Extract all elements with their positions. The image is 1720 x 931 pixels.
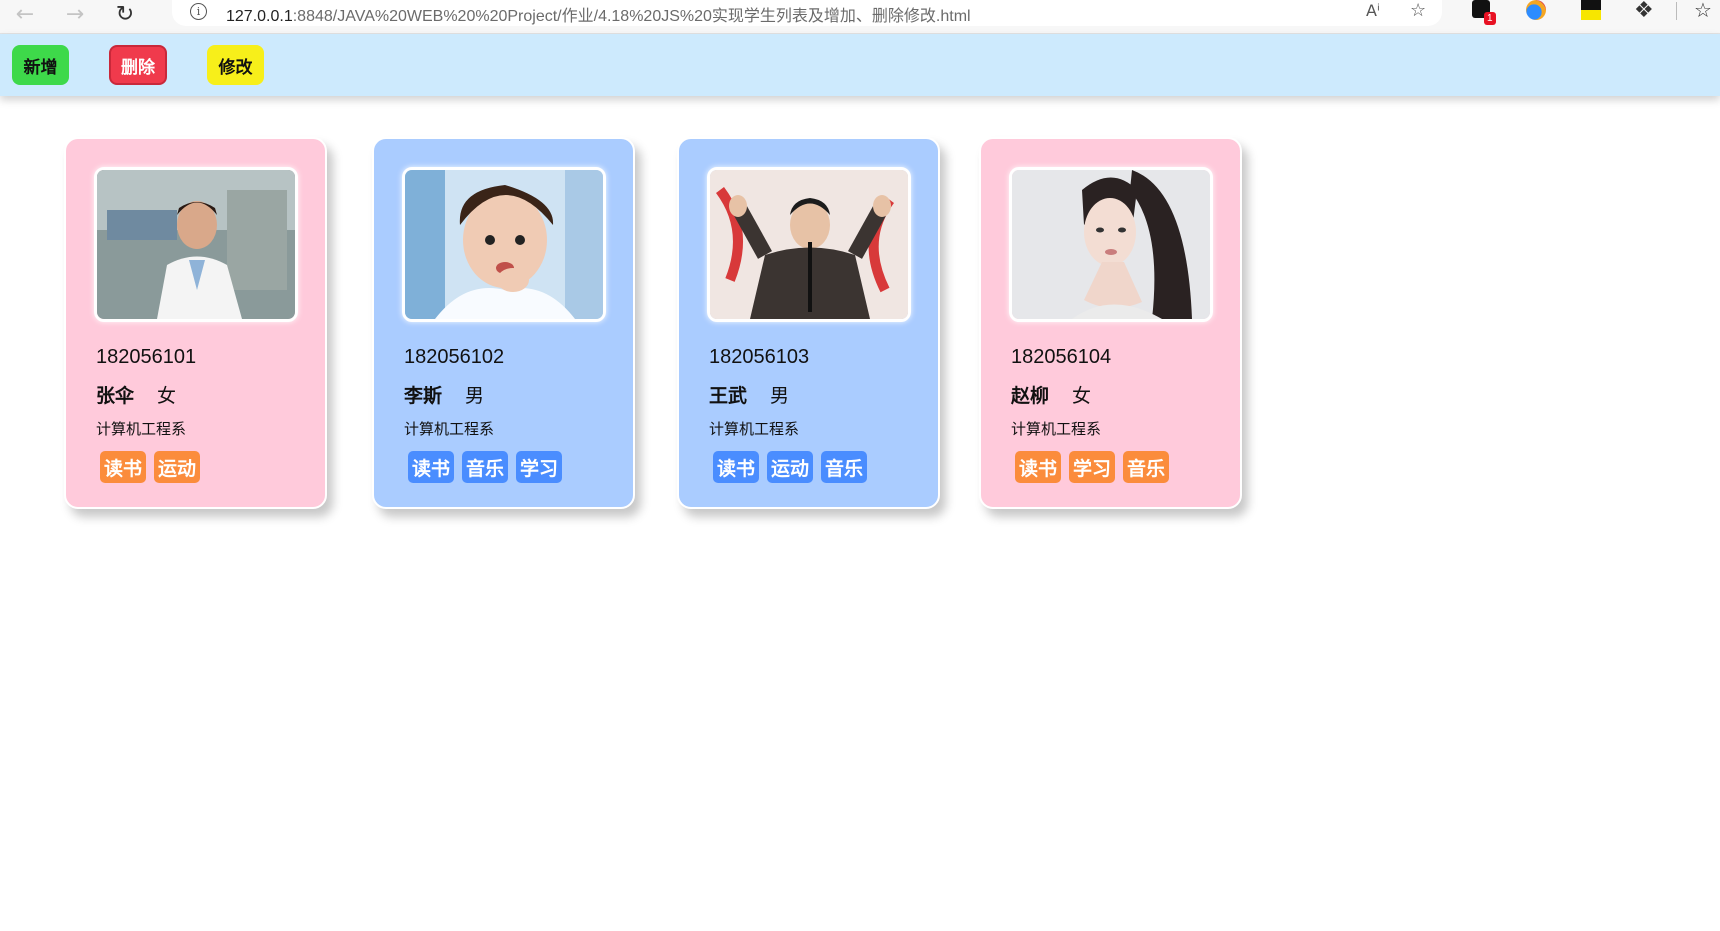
student-card[interactable]: 182056104 赵柳 女 计算机工程系 读书 学习 音乐 xyxy=(979,137,1242,509)
extension-badge-count: 1 xyxy=(1484,12,1496,25)
hobby-tag: 运动 xyxy=(767,451,814,483)
hobby-tag: 学习 xyxy=(516,451,563,483)
student-card[interactable]: 182056101 张伞 女 计算机工程系 读书 运动 xyxy=(64,137,327,509)
extensions-puzzle-icon[interactable]: ❖ xyxy=(1634,0,1654,23)
student-card[interactable]: 182056103 王武 男 计算机工程系 读书 运动 音乐 xyxy=(677,137,940,509)
add-favorite-icon[interactable]: ☆ xyxy=(1410,0,1426,21)
student-id: 182056102 xyxy=(404,346,505,368)
hobby-tag: 运动 xyxy=(154,451,201,483)
hobby-tag: 学习 xyxy=(1069,451,1116,483)
address-bar[interactable]: i 127.0.0.1:8848/JAVA%20WEB%20%20Project… xyxy=(172,0,1442,26)
url-text[interactable]: 127.0.0.1:8848/JAVA%20WEB%20%20Project/作… xyxy=(226,2,971,26)
edit-button[interactable]: 修改 xyxy=(207,45,264,85)
hobby-tags: 读书 运动 音乐 xyxy=(713,451,868,483)
extension-icon[interactable]: 1 xyxy=(1472,0,1496,25)
action-toolbar: 新增 删除 修改 xyxy=(0,34,1720,96)
student-card[interactable]: 182056102 李斯 男 计算机工程系 读书 音乐 学习 xyxy=(372,137,635,509)
read-aloud-icon[interactable]: Aⁱ xyxy=(1366,1,1380,20)
favorites-icon[interactable]: ☆ xyxy=(1694,0,1712,22)
student-id: 182056103 xyxy=(709,346,810,368)
student-name: 张伞 xyxy=(96,385,135,407)
student-department: 计算机工程系 xyxy=(404,420,495,438)
student-department: 计算机工程系 xyxy=(709,420,800,438)
add-button[interactable]: 新增 xyxy=(12,45,69,85)
delete-button[interactable]: 删除 xyxy=(109,45,167,85)
student-photo xyxy=(1009,167,1213,322)
hobby-tags: 读书 运动 xyxy=(100,451,201,483)
hobby-tag: 读书 xyxy=(408,451,455,483)
student-photo xyxy=(94,167,298,322)
student-gender: 男 xyxy=(770,385,790,407)
student-photo xyxy=(707,167,911,322)
student-name: 赵柳 xyxy=(1011,385,1050,407)
info-icon[interactable]: i xyxy=(190,3,207,20)
hobby-tags: 读书 学习 音乐 xyxy=(1015,451,1170,483)
flag-extension-icon[interactable] xyxy=(1581,0,1601,20)
hobby-tag: 音乐 xyxy=(462,451,509,483)
student-gender: 男 xyxy=(465,385,485,407)
hobby-tag: 读书 xyxy=(713,451,760,483)
browser-toolbar: ← → ↻ i 127.0.0.1:8848/JAVA%20WEB%20%20P… xyxy=(0,0,1720,34)
student-photo xyxy=(402,167,606,322)
student-name: 李斯 xyxy=(404,385,443,407)
url-host: 127.0.0.1 xyxy=(226,8,293,25)
student-id: 182056104 xyxy=(1011,346,1112,368)
student-name: 王武 xyxy=(709,385,748,407)
student-gender: 女 xyxy=(157,385,177,407)
student-department: 计算机工程系 xyxy=(96,420,187,438)
back-arrow-icon[interactable]: ← xyxy=(12,2,38,28)
forward-arrow-icon[interactable]: → xyxy=(62,2,88,28)
hobby-tags: 读书 音乐 学习 xyxy=(408,451,563,483)
hobby-tag: 读书 xyxy=(1015,451,1062,483)
globe-extension-icon[interactable] xyxy=(1526,0,1546,20)
student-gender: 女 xyxy=(1072,385,1092,407)
toolbar-divider xyxy=(1676,2,1677,20)
hobby-tag: 音乐 xyxy=(821,451,868,483)
student-id: 182056101 xyxy=(96,346,197,368)
hobby-tag: 读书 xyxy=(100,451,147,483)
url-path: :8848/JAVA%20WEB%20%20Project/作业/4.18%20… xyxy=(292,8,971,25)
reload-icon[interactable]: ↻ xyxy=(112,2,138,28)
hobby-tag: 音乐 xyxy=(1123,451,1170,483)
student-department: 计算机工程系 xyxy=(1011,420,1102,438)
